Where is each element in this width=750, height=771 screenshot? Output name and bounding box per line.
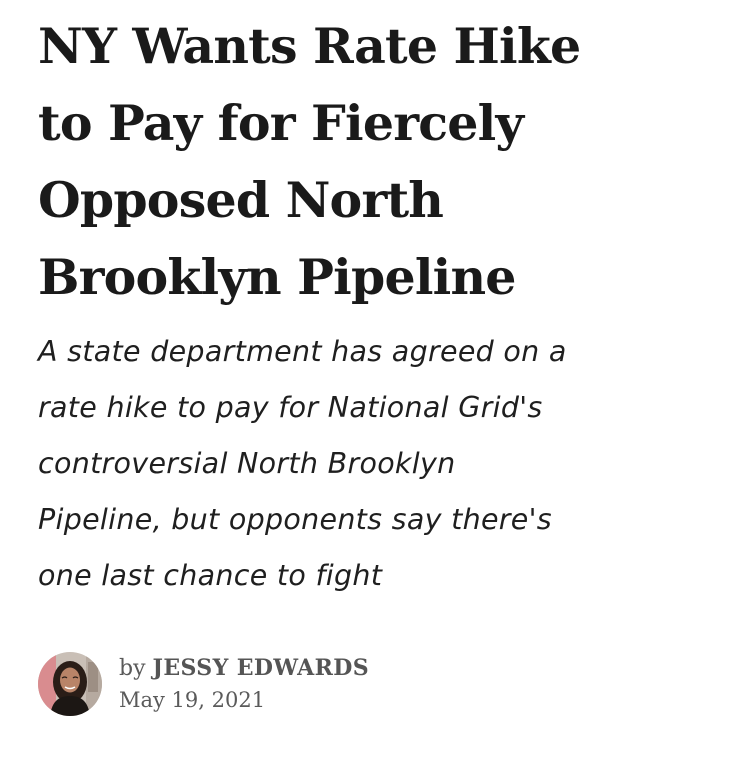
byline-text: by JESSY EDWARDS May 19, 2021 [119, 653, 369, 716]
headline-line: NY Wants Rate Hike [38, 17, 581, 75]
author-prefix: by [119, 655, 146, 681]
publish-date: May 19, 2021 [119, 687, 266, 712]
subhead-line: rate hike to pay for National Grid's [38, 391, 543, 424]
byline: by JESSY EDWARDS May 19, 2021 [38, 652, 369, 716]
subhead-line: Pipeline, but opponents say there's [38, 503, 552, 536]
headline-line: to Pay for Fiercely [38, 94, 524, 152]
author-photo [38, 652, 102, 716]
article-headline: NY Wants Rate Hike to Pay for Fiercely O… [38, 8, 718, 316]
author-avatar[interactable] [38, 652, 102, 716]
subhead-line: one last chance to fight [38, 559, 383, 592]
article-subheading: A state department has agreed on a rate … [38, 324, 718, 604]
author-name-link[interactable]: JESSY EDWARDS [153, 655, 370, 681]
subhead-line: A state department has agreed on a [38, 335, 567, 368]
headline-line: Opposed North [38, 171, 444, 229]
headline-line: Brooklyn Pipeline [38, 248, 516, 306]
article-header: NY Wants Rate Hike to Pay for Fiercely O… [38, 8, 718, 604]
author-line: by JESSY EDWARDS [119, 653, 369, 684]
subhead-line: controversial North Brooklyn [38, 447, 456, 480]
